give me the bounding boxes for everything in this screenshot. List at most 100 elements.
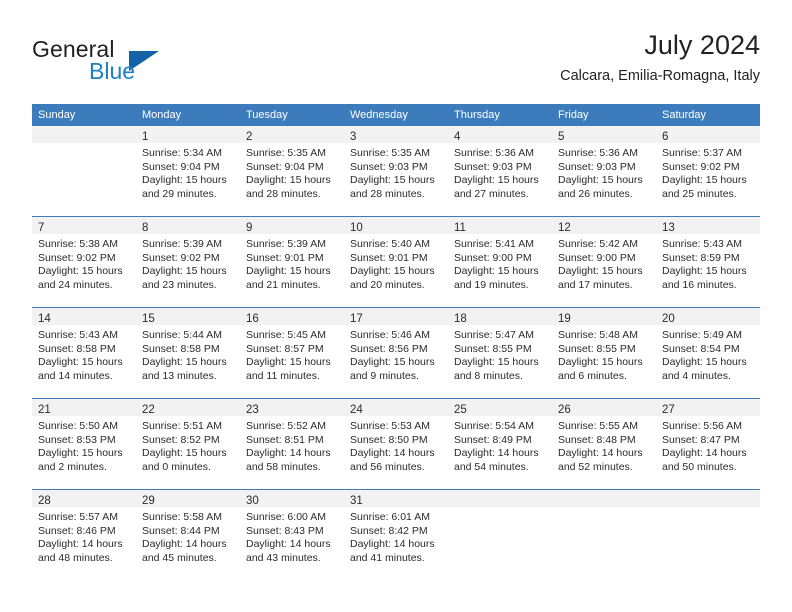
calendar-cell[interactable]: 1 Sunrise: 5:34 AM Sunset: 9:04 PM Daylight… <box>136 126 240 217</box>
day-cell[interactable] <box>656 490 760 580</box>
day-cell[interactable]: 24 Sunrise: 5:53 AM Sunset: 8:50 PM Dayligh… <box>344 399 448 489</box>
day-detail-line: Sunrise: 5:53 AM <box>350 420 430 432</box>
day-cell[interactable]: 27 Sunrise: 5:56 AM Sunset: 8:47 PM Dayligh… <box>656 399 760 489</box>
calendar-cell[interactable] <box>656 489 760 580</box>
day-number-band: 23 <box>240 399 344 416</box>
calendar-cell[interactable]: 20 Sunrise: 5:49 AM Sunset: 8:54 PM Dayligh… <box>656 307 760 399</box>
day-cell[interactable]: 19 Sunrise: 5:48 AM Sunset: 8:55 PM Dayligh… <box>552 308 656 398</box>
calendar-cell[interactable]: 14 Sunrise: 5:43 AM Sunset: 8:58 PM Dayligh… <box>32 307 136 399</box>
day-cell[interactable]: 28 Sunrise: 5:57 AM Sunset: 8:46 PM Dayligh… <box>32 490 136 580</box>
calendar-cell[interactable]: 6 Sunrise: 5:37 AM Sunset: 9:02 PM Daylight… <box>656 126 760 217</box>
calendar-cell[interactable]: 12 Sunrise: 5:42 AM Sunset: 9:00 PM Dayligh… <box>552 216 656 308</box>
day-number-band: 12 <box>552 217 656 234</box>
calendar-cell[interactable]: 11 Sunrise: 5:41 AM Sunset: 9:00 PM Dayligh… <box>448 216 552 308</box>
day-detail-line: Daylight: 15 hours <box>662 174 747 187</box>
day-cell[interactable]: 11 Sunrise: 5:41 AM Sunset: 9:00 PM Dayligh… <box>448 217 552 307</box>
calendar-cell[interactable] <box>552 489 656 580</box>
day-cell[interactable]: 29 Sunrise: 5:58 AM Sunset: 8:44 PM Dayligh… <box>136 490 240 580</box>
day-cell[interactable]: 26 Sunrise: 5:55 AM Sunset: 8:48 PM Dayligh… <box>552 399 656 489</box>
day-detail-line: Daylight: 14 hours <box>454 447 539 460</box>
day-cell[interactable]: 21 Sunrise: 5:50 AM Sunset: 8:53 PM Dayligh… <box>32 399 136 489</box>
day-cell[interactable]: 2 Sunrise: 5:35 AM Sunset: 9:04 PM Daylight… <box>240 126 344 216</box>
calendar-cell[interactable]: 25 Sunrise: 5:54 AM Sunset: 8:49 PM Dayligh… <box>448 398 552 490</box>
calendar-cell[interactable]: 16 Sunrise: 5:45 AM Sunset: 8:57 PM Dayligh… <box>240 307 344 399</box>
weekday-header-monday: Monday <box>136 104 240 126</box>
day-detail-line: and 11 minutes. <box>246 369 320 382</box>
day-cell[interactable]: 4 Sunrise: 5:36 AM Sunset: 9:03 PM Daylight… <box>448 126 552 216</box>
day-cell[interactable]: 30 Sunrise: 6:00 AM Sunset: 8:43 PM Dayligh… <box>240 490 344 580</box>
calendar-cell[interactable]: 13 Sunrise: 5:43 AM Sunset: 8:59 PM Dayligh… <box>656 216 760 308</box>
day-cell[interactable] <box>552 490 656 580</box>
calendar-cell[interactable]: 28 Sunrise: 5:57 AM Sunset: 8:46 PM Dayligh… <box>32 489 136 580</box>
calendar-cell[interactable]: 5 Sunrise: 5:36 AM Sunset: 9:03 PM Daylight… <box>552 126 656 217</box>
day-cell[interactable]: 12 Sunrise: 5:42 AM Sunset: 9:00 PM Dayligh… <box>552 217 656 307</box>
day-cell[interactable]: 22 Sunrise: 5:51 AM Sunset: 8:52 PM Dayligh… <box>136 399 240 489</box>
calendar-cell[interactable]: 10 Sunrise: 5:40 AM Sunset: 9:01 PM Dayligh… <box>344 216 448 308</box>
calendar-cell[interactable]: 31 Sunrise: 6:01 AM Sunset: 8:42 PM Dayligh… <box>344 489 448 580</box>
calendar-page: General Blue July 2024 Calcara, Emilia-R… <box>0 0 792 612</box>
general-blue-logo[interactable]: General Blue <box>32 36 252 92</box>
day-cell[interactable]: 13 Sunrise: 5:43 AM Sunset: 8:59 PM Dayligh… <box>656 217 760 307</box>
day-detail-line: Sunrise: 5:54 AM <box>454 420 534 432</box>
calendar-cell[interactable] <box>448 489 552 580</box>
day-cell[interactable]: 7 Sunrise: 5:38 AM Sunset: 9:02 PM Daylight… <box>32 217 136 307</box>
day-cell[interactable]: 10 Sunrise: 5:40 AM Sunset: 9:01 PM Dayligh… <box>344 217 448 307</box>
day-cell[interactable]: 31 Sunrise: 6:01 AM Sunset: 8:42 PM Dayligh… <box>344 490 448 580</box>
calendar-cell[interactable]: 15 Sunrise: 5:44 AM Sunset: 8:58 PM Dayligh… <box>136 307 240 399</box>
day-cell[interactable] <box>448 490 552 580</box>
calendar-cell[interactable]: 30 Sunrise: 6:00 AM Sunset: 8:43 PM Dayligh… <box>240 489 344 580</box>
day-detail-line: Sunset: 9:04 PM <box>246 160 324 173</box>
day-detail-line: and 21 minutes. <box>246 278 321 291</box>
calendar-grid: Sunday Monday Tuesday Wednesday Thursday… <box>32 104 760 580</box>
calendar-cell[interactable]: 27 Sunrise: 5:56 AM Sunset: 8:47 PM Dayligh… <box>656 398 760 490</box>
day-cell[interactable]: 8 Sunrise: 5:39 AM Sunset: 9:02 PM Daylight… <box>136 217 240 307</box>
calendar-cell[interactable]: 19 Sunrise: 5:48 AM Sunset: 8:55 PM Dayligh… <box>552 307 656 399</box>
weekday-header-friday: Friday <box>552 104 656 126</box>
day-detail-line: Sunset: 8:54 PM <box>662 342 740 355</box>
day-cell[interactable]: 17 Sunrise: 5:46 AM Sunset: 8:56 PM Dayligh… <box>344 308 448 398</box>
day-detail-line: Daylight: 14 hours <box>558 447 643 460</box>
day-cell[interactable]: 18 Sunrise: 5:47 AM Sunset: 8:55 PM Dayligh… <box>448 308 552 398</box>
day-number: 16 <box>246 313 259 325</box>
day-number-band <box>552 490 656 507</box>
day-number-band: 25 <box>448 399 552 416</box>
calendar-cell[interactable]: 8 Sunrise: 5:39 AM Sunset: 9:02 PM Daylight… <box>136 216 240 308</box>
calendar-cell[interactable]: 9 Sunrise: 5:39 AM Sunset: 9:01 PM Daylight… <box>240 216 344 308</box>
calendar-cell[interactable]: 7 Sunrise: 5:38 AM Sunset: 9:02 PM Daylight… <box>32 216 136 308</box>
day-cell[interactable]: 5 Sunrise: 5:36 AM Sunset: 9:03 PM Daylight… <box>552 126 656 216</box>
day-cell[interactable]: 1 Sunrise: 5:34 AM Sunset: 9:04 PM Daylight… <box>136 126 240 216</box>
calendar-cell[interactable]: 29 Sunrise: 5:58 AM Sunset: 8:44 PM Dayligh… <box>136 489 240 580</box>
day-cell[interactable]: 16 Sunrise: 5:45 AM Sunset: 8:57 PM Dayligh… <box>240 308 344 398</box>
day-details: Sunrise: 5:51 AM Sunset: 8:52 PM Daylight:… <box>136 416 240 474</box>
day-cell[interactable]: 20 Sunrise: 5:49 AM Sunset: 8:54 PM Dayligh… <box>656 308 760 398</box>
day-detail-line: Sunset: 8:55 PM <box>454 342 532 355</box>
day-cell[interactable]: 25 Sunrise: 5:54 AM Sunset: 8:49 PM Dayligh… <box>448 399 552 489</box>
day-cell[interactable]: 14 Sunrise: 5:43 AM Sunset: 8:58 PM Dayligh… <box>32 308 136 398</box>
calendar-cell[interactable]: 17 Sunrise: 5:46 AM Sunset: 8:56 PM Dayligh… <box>344 307 448 399</box>
calendar-cell[interactable]: 3 Sunrise: 5:35 AM Sunset: 9:03 PM Daylight… <box>344 126 448 217</box>
day-cell[interactable]: 15 Sunrise: 5:44 AM Sunset: 8:58 PM Dayligh… <box>136 308 240 398</box>
day-detail-line: Sunrise: 6:01 AM <box>350 511 430 523</box>
calendar-cell[interactable]: 23 Sunrise: 5:52 AM Sunset: 8:51 PM Dayligh… <box>240 398 344 490</box>
calendar-cell[interactable] <box>32 126 136 217</box>
day-detail-line: Daylight: 15 hours <box>246 174 331 187</box>
calendar-cell[interactable]: 24 Sunrise: 5:53 AM Sunset: 8:50 PM Dayligh… <box>344 398 448 490</box>
calendar-cell[interactable]: 4 Sunrise: 5:36 AM Sunset: 9:03 PM Daylight… <box>448 126 552 217</box>
day-detail-line: Sunset: 9:04 PM <box>142 160 220 173</box>
calendar-cell[interactable]: 22 Sunrise: 5:51 AM Sunset: 8:52 PM Dayligh… <box>136 398 240 490</box>
calendar-cell[interactable]: 18 Sunrise: 5:47 AM Sunset: 8:55 PM Dayligh… <box>448 307 552 399</box>
day-detail-line: Sunrise: 5:55 AM <box>558 420 638 432</box>
day-cell[interactable]: 9 Sunrise: 5:39 AM Sunset: 9:01 PM Daylight… <box>240 217 344 307</box>
calendar-cell[interactable]: 2 Sunrise: 5:35 AM Sunset: 9:04 PM Daylight… <box>240 126 344 217</box>
day-number-band: 28 <box>32 490 136 507</box>
day-cell[interactable]: 23 Sunrise: 5:52 AM Sunset: 8:51 PM Dayligh… <box>240 399 344 489</box>
day-detail-line: Sunset: 8:59 PM <box>662 251 740 264</box>
day-cell[interactable] <box>32 126 136 216</box>
calendar-cell[interactable]: 21 Sunrise: 5:50 AM Sunset: 8:53 PM Dayligh… <box>32 398 136 490</box>
day-cell[interactable]: 3 Sunrise: 5:35 AM Sunset: 9:03 PM Daylight… <box>344 126 448 216</box>
day-detail-line: Daylight: 15 hours <box>454 356 539 369</box>
day-detail-line: and 58 minutes. <box>246 460 321 473</box>
weekday-header-wednesday: Wednesday <box>344 104 448 126</box>
calendar-cell[interactable]: 26 Sunrise: 5:55 AM Sunset: 8:48 PM Dayligh… <box>552 398 656 490</box>
day-cell[interactable]: 6 Sunrise: 5:37 AM Sunset: 9:02 PM Daylight… <box>656 126 760 216</box>
